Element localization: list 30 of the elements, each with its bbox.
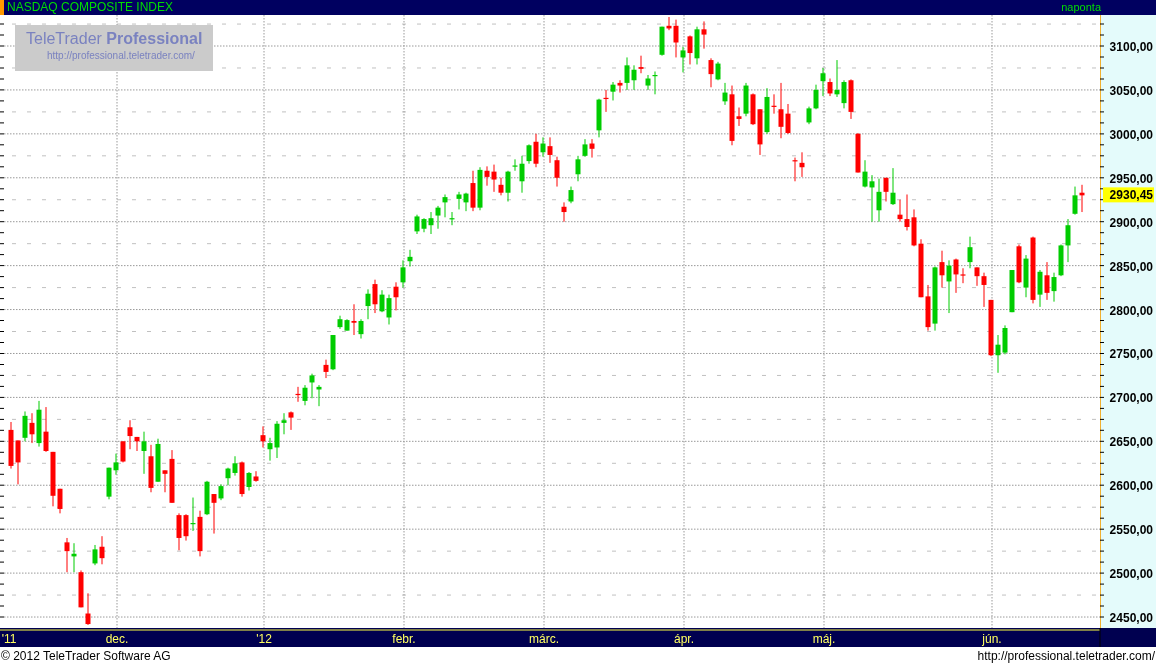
axis-label: 2700,00: [1109, 391, 1153, 406]
axis-label: 2500,00: [1109, 567, 1153, 582]
axis-label: 2800,00: [1109, 303, 1153, 318]
axis-label: dec.: [105, 632, 129, 646]
axis-label: 3050,00: [1109, 83, 1153, 98]
axis-label: '12: [256, 632, 272, 646]
axis-label: 2850,00: [1109, 259, 1153, 274]
axis-label: márc.: [529, 632, 559, 646]
interval-label: naponta: [1061, 0, 1101, 15]
logo-url: http://professional.teletrader.com/: [47, 50, 195, 61]
axis-label: 2650,00: [1109, 435, 1153, 450]
axis-label: 2900,00: [1109, 215, 1153, 230]
axis-label: 2450,00: [1109, 611, 1153, 625]
axis-label: ápr.: [674, 632, 694, 646]
axis-label: 3000,00: [1109, 127, 1153, 142]
website-link[interactable]: http://professional.teletrader.com/: [977, 648, 1155, 663]
axis-label: jún.: [982, 632, 1002, 646]
copyright-text: © 2012 TeleTrader Software AG: [1, 648, 171, 663]
axis-label: máj.: [812, 632, 836, 646]
logo-title: TeleTrader Professional: [26, 29, 203, 49]
axis-label: 2600,00: [1109, 479, 1153, 494]
marker-icon: [0, 0, 4, 15]
axis-label: 2550,00: [1109, 523, 1153, 538]
axis-label: febr.: [392, 632, 416, 646]
axis-label: 2750,00: [1109, 347, 1153, 362]
axis-label: 2950,00: [1109, 171, 1153, 186]
chart-title: NASDAQ COMPOSITE INDEX: [7, 0, 174, 15]
axis-label: '11: [1, 632, 17, 646]
last-price-label: 2930,45: [1103, 187, 1154, 203]
axis-label: 3100,00: [1109, 40, 1153, 54]
